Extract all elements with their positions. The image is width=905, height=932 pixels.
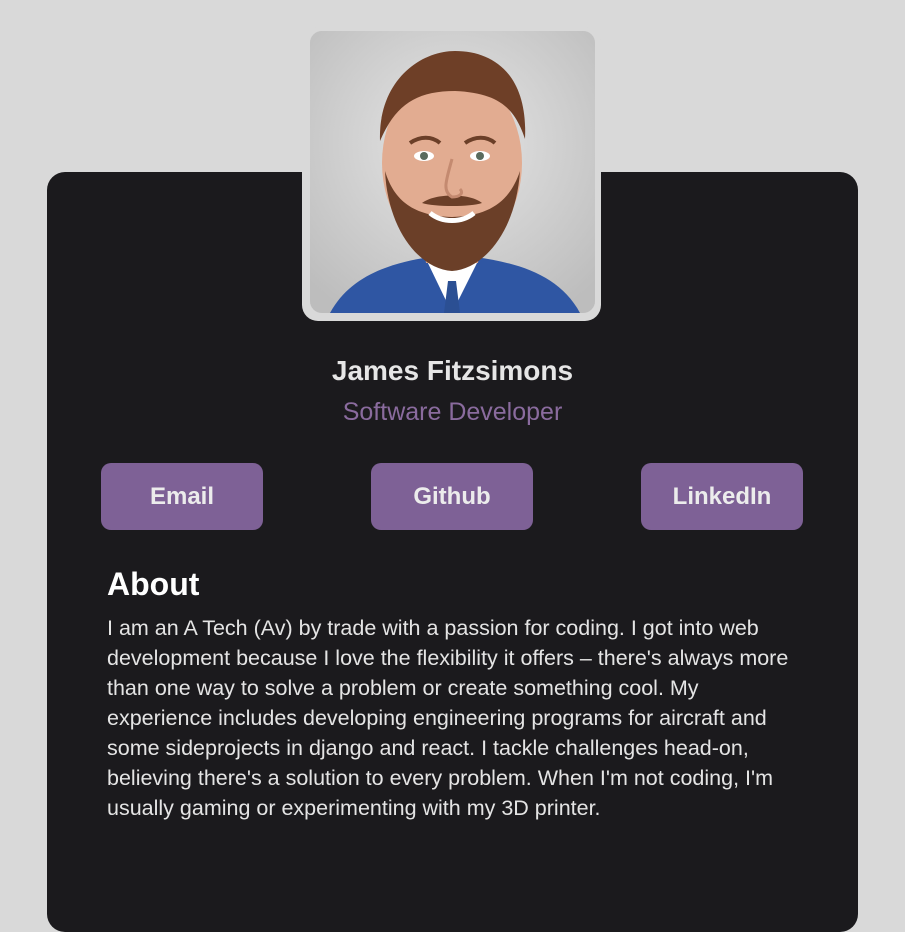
github-button[interactable]: Github: [371, 463, 533, 530]
profile-photo-frame: [302, 27, 601, 321]
email-button[interactable]: Email: [101, 463, 263, 530]
about-paragraph: I am an A Tech (Av) by trade with a pass…: [107, 616, 789, 820]
profile-name: James Fitzsimons: [331, 355, 574, 386]
linkedin-button[interactable]: LinkedIn: [641, 463, 803, 530]
profile-photo: [310, 31, 595, 313]
about-heading: About: [107, 566, 200, 602]
profile-role: Software Developer: [342, 398, 563, 426]
headshot-photo: [310, 31, 595, 313]
